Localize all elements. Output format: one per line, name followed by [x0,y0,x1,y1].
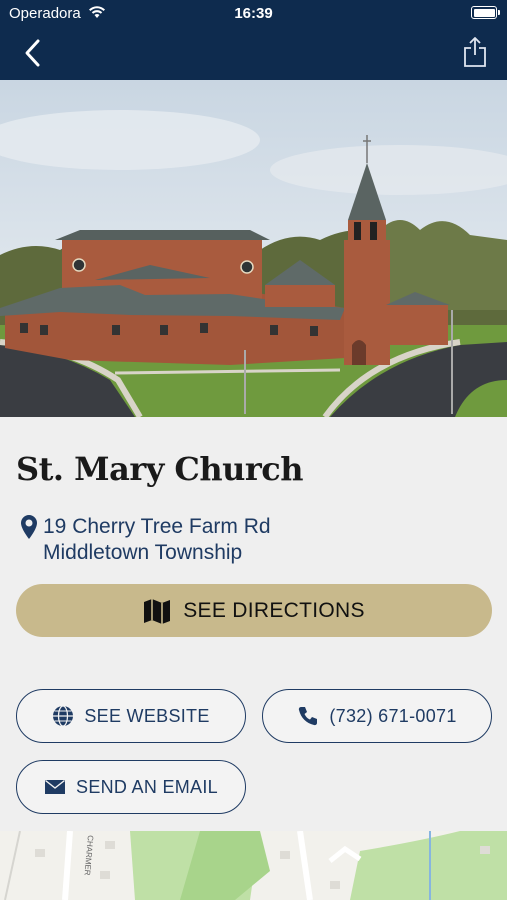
send-email-button[interactable]: SEND AN EMAIL [16,760,246,814]
see-directions-button[interactable]: SEE DIRECTIONS [16,584,492,637]
see-website-label: SEE WEBSITE [84,705,210,726]
church-name: St. Mary Church [16,450,304,488]
send-email-label: SEND AN EMAIL [76,776,218,797]
see-website-button[interactable]: SEE WEBSITE [16,689,246,743]
battery-icon [471,6,500,19]
envelope-icon [45,779,66,794]
address-line-1[interactable]: 19 Cherry Tree Farm Rd [43,515,271,539]
clock: 16:39 [234,5,273,22]
back-button[interactable] [18,36,48,70]
address-line-2[interactable]: Middletown Township [43,541,242,565]
status-bar: Operadora 16:39 [0,0,507,28]
map-icon [144,598,171,624]
location-map[interactable]: CHARMER [0,831,507,900]
church-photo [0,80,507,417]
globe-icon [53,705,74,727]
share-button[interactable] [463,36,487,68]
see-directions-label: SEE DIRECTIONS [183,598,365,622]
phone-number-label: (732) 671-0071 [329,705,457,726]
top-bar: Operadora 16:39 [0,0,507,80]
call-phone-button[interactable]: (732) 671-0071 [262,689,492,743]
location-pin-icon [21,515,37,539]
phone-icon [299,707,318,726]
